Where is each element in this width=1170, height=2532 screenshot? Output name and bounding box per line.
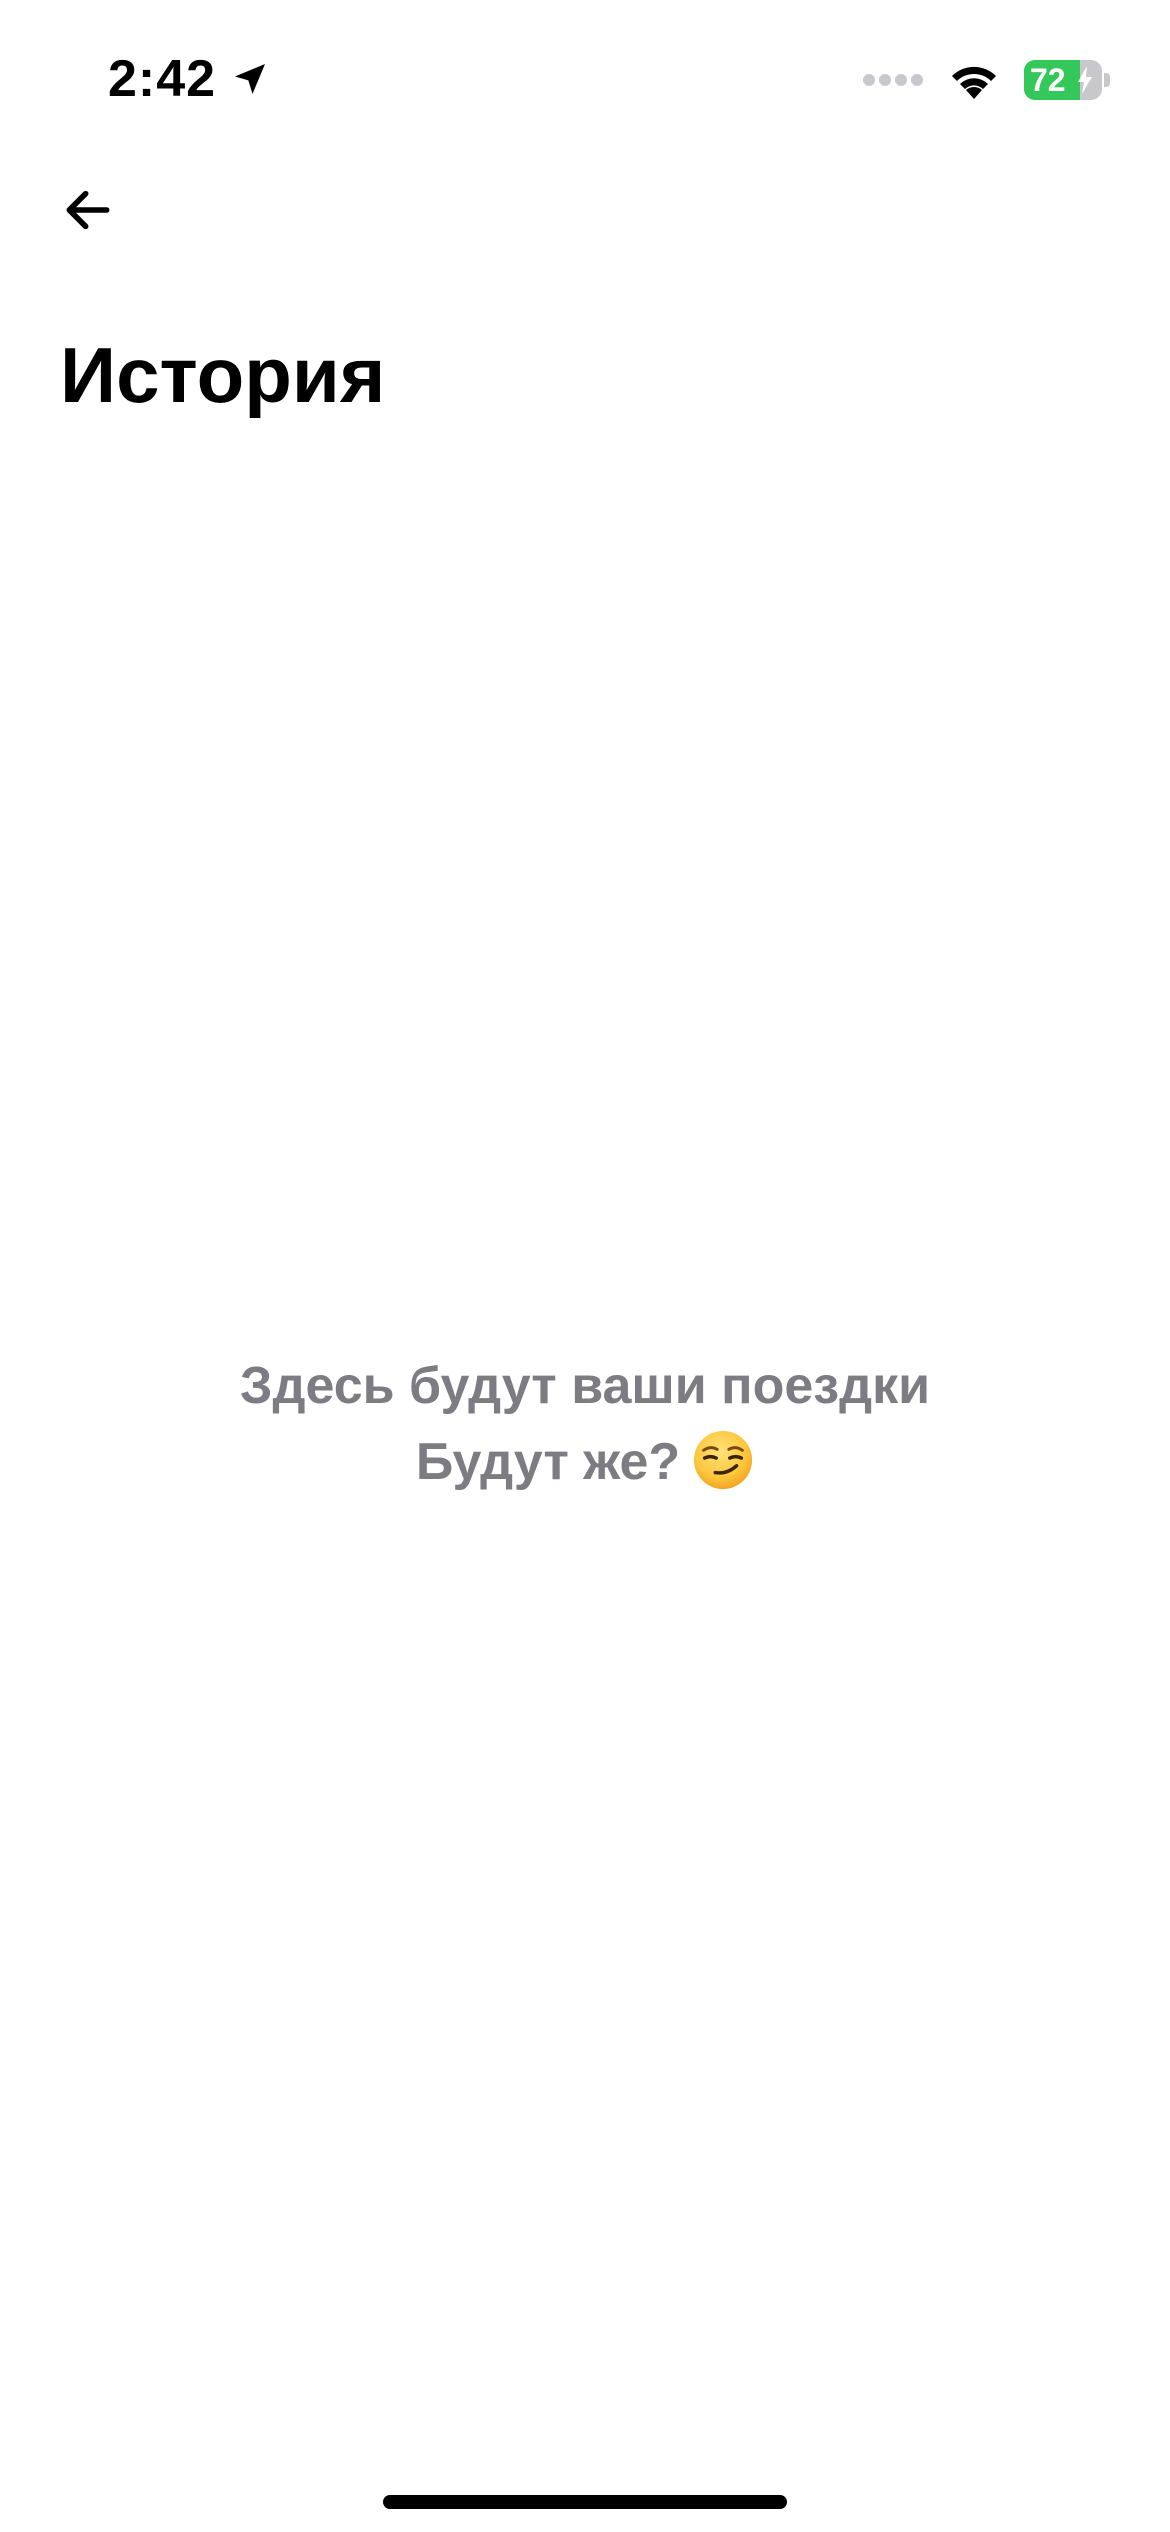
smirking-face-icon (694, 1430, 753, 1490)
battery-nub (1104, 73, 1110, 87)
wifi-icon (952, 66, 996, 99)
back-button[interactable] (48, 170, 128, 250)
empty-state-line-2: Будут же? (0, 1424, 1170, 1500)
page-title: История (60, 331, 386, 419)
empty-state-line-1: Здесь будут ваши поездки (239, 1357, 931, 1415)
status-bar: 2:42 72 (0, 0, 1170, 150)
status-time: 2:42 (108, 50, 217, 108)
status-time-group: 2:42 (108, 44, 270, 114)
battery-icon: 72 (1024, 60, 1110, 100)
cellular-signal-icon (863, 74, 923, 86)
status-indicators: 72 (862, 52, 1110, 108)
home-indicator[interactable] (383, 2495, 787, 2509)
battery-level: 72 (1030, 62, 1066, 98)
location-arrow-icon (235, 64, 266, 94)
empty-state-message: Здесь будут ваши поездки Будут же? (0, 1348, 1170, 1500)
arrow-left-icon (66, 190, 110, 230)
empty-state-line-2-text: Будут же? (415, 1433, 681, 1491)
bolt-icon (1078, 66, 1092, 94)
